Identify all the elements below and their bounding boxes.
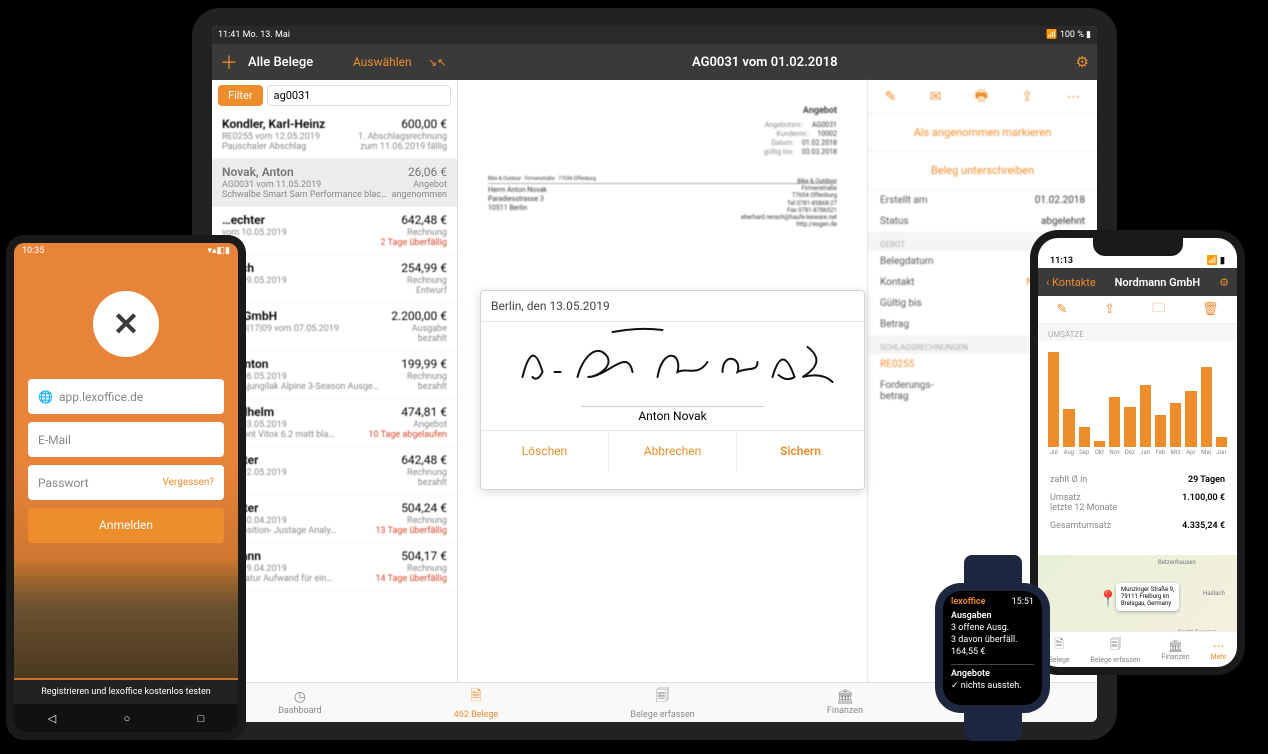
tab-dashboard[interactable]: ◷Dashboard (278, 689, 322, 716)
tab-belege-erfassen[interactable]: 🗐Belege erfassen (630, 685, 694, 720)
chart-bar (1155, 415, 1166, 447)
watch-screen[interactable]: lexoffice 15:51 Ausgaben3 offene Ausg.3 … (943, 591, 1042, 705)
tab-belege[interactable]: 🗎Belege (1048, 635, 1069, 664)
globe-icon: 🌐 (38, 390, 53, 404)
add-button[interactable]: ＋ (220, 49, 248, 75)
share-icon[interactable]: ⇪ (1104, 302, 1115, 317)
iphone-tab-bar: 🗎Belege 🗐Belege erfassen 🏛Finanzen ⋯Mehr (1038, 631, 1237, 667)
address-bubble: Munzinger Straße 9,79111 Freiburg imBrei… (1116, 583, 1179, 611)
list-item[interactable]: …chter642,48 € vom 02.05.2019Rechnung be… (212, 447, 457, 495)
signature-modal: Berlin, den 13.05.2019 Anton Novak Lösch… (480, 290, 865, 490)
android-status-bar: 10:35▾▴◧▮ (14, 243, 238, 261)
list-item[interactable]: …al GmbH2.200,00 € 77723|17|09 vom 07.05… (212, 303, 457, 351)
collapse-icon[interactable]: ↘↖ (428, 56, 454, 69)
tab-belege-erfassen[interactable]: 🗐Belege erfassen (1091, 635, 1141, 664)
chart-bar (1094, 441, 1105, 447)
edit-icon[interactable]: ✎ (885, 89, 897, 105)
login-button[interactable]: Anmelden (28, 508, 224, 543)
chart-bar (1124, 407, 1135, 447)
tab-finanzen[interactable]: 🏛Finanzen (827, 689, 863, 716)
mail-icon[interactable]: ✉ (930, 89, 942, 105)
revenue-chart: JulAugSepOktNovDezJanFebMrzAprMaiJun (1038, 341, 1237, 471)
sig-cancel-button[interactable]: Abbrechen (609, 431, 737, 471)
android-nav-bar: ◁ ○ □ (14, 704, 238, 732)
archive-icon[interactable]: 🗀 (1152, 299, 1165, 321)
forgot-link[interactable]: Vergessen? (162, 477, 214, 488)
watch-time: 15:51 (1012, 597, 1034, 607)
list-item[interactable]: …, Anton199,99 € vom 06.05.2019Rechnung … (212, 351, 457, 399)
lexoffice-logo (93, 291, 159, 357)
map-pin-icon: 📍 (1098, 589, 1118, 608)
trash-icon[interactable]: 🗑 (1202, 302, 1219, 317)
chart-bar (1216, 437, 1227, 447)
document-title: AG0031 vom 01.02.2018 (454, 55, 1076, 70)
list-item[interactable]: Kondler, Karl-Heinz600,00 € RE0255 vom 1… (212, 111, 457, 159)
list-item[interactable]: …tech254,99 € vom 09.05.2019Rechnung Ent… (212, 255, 457, 303)
tab-belege[interactable]: 🗎462 Belege (454, 685, 499, 720)
back-icon[interactable]: ◁ (48, 712, 56, 725)
search-input[interactable] (267, 85, 451, 106)
password-field[interactable]: Passwort Vergessen? (28, 465, 224, 500)
ipad-status-bar: 11:41 Mo. 13. Mai 📶 100 % ▮ (212, 26, 1097, 44)
print-icon[interactable]: 🖶 (975, 85, 988, 109)
background-image (14, 558, 238, 678)
chart-bar (1048, 352, 1059, 447)
sign-button[interactable]: Beleg unterschreiben (868, 152, 1097, 190)
watch-app-name: lexoffice (951, 597, 985, 607)
chart-bar (1079, 427, 1090, 447)
list-item[interactable]: …echter642,48 € vom 10.05.2019Rechnung 2… (212, 207, 457, 255)
ipad-top-bar: ＋ Alle Belege Auswählen ↘↖ AG0031 vom 01… (212, 44, 1097, 80)
iphone-device: 11:13📶 ▮ ‹ Kontakte Nordmann GmbH ⚙ ✎ ⇪ … (1030, 230, 1245, 675)
chart-bar (1185, 391, 1196, 447)
register-link[interactable]: Registrieren und lexoffice kostenlos tes… (14, 680, 238, 704)
list-item[interactable]: …mann504,17 € vom 29.04.2019Rechnung Rep… (212, 543, 457, 591)
signature-pad[interactable]: Anton Novak (481, 321, 864, 431)
gear-icon[interactable]: ⚙ (1219, 276, 1229, 289)
list-item[interactable]: …Wilhelm474,81 € vom 03.05.2019Angebot r… (212, 399, 457, 447)
tab-mehr[interactable]: ⋯Mehr (1210, 639, 1226, 661)
signature-location: Berlin, den 13.05.2019 (481, 291, 864, 321)
url-field[interactable]: 🌐app.lexoffice.de (28, 379, 224, 414)
document-list-panel: Filter Kondler, Karl-Heinz600,00 € RE025… (212, 80, 458, 682)
list-item[interactable]: Novak, Anton26,06 € AG0031 vom 11.05.201… (212, 159, 457, 207)
gear-icon[interactable]: ⚙ (1076, 53, 1089, 71)
edit-icon[interactable]: ✎ (1056, 302, 1067, 317)
sig-save-button[interactable]: Sichern (737, 431, 864, 471)
more-icon[interactable]: ⋯ (1066, 89, 1080, 105)
share-icon[interactable]: ⇪ (1021, 89, 1033, 105)
map[interactable]: 📍 Munzinger Straße 9,79111 Freiburg imBr… (1038, 555, 1237, 631)
list-item[interactable]: …chter504,24 € vom 30.04.2019Rechnung Si… (212, 495, 457, 543)
mark-accepted-button[interactable]: Als angenommen markieren (868, 114, 1097, 152)
chart-bar (1170, 403, 1181, 447)
tab-finanzen[interactable]: 🏛Finanzen (1161, 639, 1189, 661)
back-button[interactable]: ‹ Kontakte (1046, 276, 1096, 289)
sig-delete-button[interactable]: Löschen (481, 431, 609, 471)
chart-bar (1063, 409, 1074, 447)
chart-bar (1109, 397, 1120, 447)
chart-title: UMSÄTZE (1038, 324, 1237, 341)
contact-toolbar: ✎ ⇪ 🗀 🗑 (1038, 296, 1237, 324)
android-device: 10:35▾▴◧▮ 🌐app.lexoffice.de E-Mail Passw… (6, 235, 246, 740)
signer-name: Anton Novak (581, 406, 764, 423)
chart-bar (1140, 385, 1151, 447)
iphone-nav-bar: ‹ Kontakte Nordmann GmbH ⚙ (1038, 268, 1237, 296)
chart-bar (1201, 367, 1212, 447)
page-title: Nordmann GmbH (1115, 276, 1201, 289)
email-field[interactable]: E-Mail (28, 422, 224, 457)
filter-button[interactable]: Filter (218, 85, 263, 106)
recents-icon[interactable]: □ (198, 712, 205, 725)
list-title: Alle Belege (248, 55, 353, 70)
watch-device: lexoffice 15:51 Ausgaben3 offene Ausg.3 … (935, 555, 1050, 741)
home-icon[interactable]: ○ (124, 712, 131, 725)
select-button[interactable]: Auswählen (353, 55, 428, 69)
